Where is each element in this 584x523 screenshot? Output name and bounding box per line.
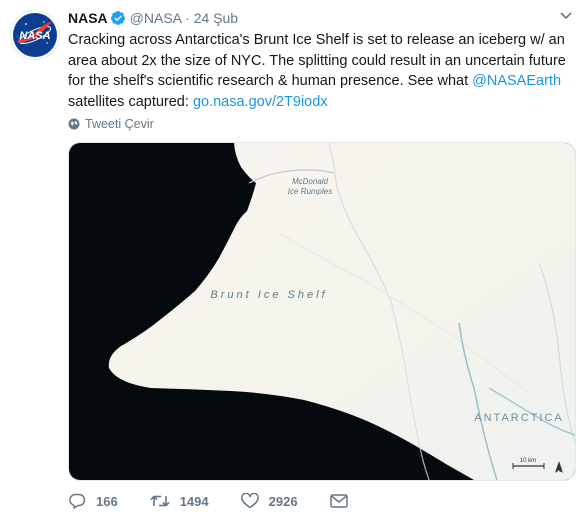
avatar-wordmark: NASA — [19, 30, 50, 42]
direct-message-icon — [329, 494, 348, 508]
retweet-icon — [150, 495, 170, 507]
retweet-count: 1494 — [179, 493, 209, 509]
scale-label: 10 km — [520, 458, 536, 464]
tweet-text-part2: satellites captured: — [68, 93, 193, 110]
translate-tweet-button[interactable]: Tweeti Çevir — [68, 117, 154, 131]
nasa-logo: NASA — [13, 13, 57, 57]
tweet-media-image[interactable]: McDonald Ice Rumples Brunt Ice Shelf ANT… — [68, 142, 576, 481]
header-separator: · — [185, 10, 190, 26]
like-button[interactable]: 2926 — [240, 493, 298, 509]
label-ice-rumples: Ice Rumples — [288, 187, 332, 196]
tweet: NASA NASA @NASA · 24 Şub Cracking across … — [0, 0, 584, 523]
translate-label: Tweeti Çevir — [85, 117, 154, 131]
author-handle[interactable]: @NASA — [130, 10, 182, 26]
satellite-image: McDonald Ice Rumples Brunt Ice Shelf ANT… — [69, 143, 575, 480]
tweet-date[interactable]: 24 Şub — [194, 10, 238, 26]
tweet-header: NASA @NASA · 24 Şub — [68, 9, 238, 27]
reply-button[interactable]: 166 — [68, 493, 118, 509]
mention-link[interactable]: @NASAEarth — [472, 73, 561, 89]
tweet-url-link[interactable]: go.nasa.gov/2T9iodx — [193, 94, 328, 110]
avatar[interactable]: NASA — [10, 10, 60, 60]
retweet-button[interactable]: 1494 — [150, 493, 209, 509]
reply-icon — [69, 493, 86, 509]
chevron-down-icon[interactable] — [560, 12, 572, 20]
label-antarctica: ANTARCTICA — [474, 412, 563, 424]
label-mcdonald: McDonald — [292, 177, 329, 186]
verified-badge-icon — [110, 11, 125, 25]
like-icon — [240, 493, 259, 509]
reply-count: 166 — [96, 493, 118, 509]
tweet-actions: 166 1494 2926 — [68, 493, 380, 509]
direct-message-button[interactable] — [329, 494, 348, 508]
author-name[interactable]: NASA — [68, 10, 108, 26]
like-count: 2926 — [268, 493, 298, 509]
label-brunt-ice-shelf: Brunt Ice Shelf — [210, 289, 327, 301]
tweet-text: Cracking across Antarctica's Brunt Ice S… — [68, 30, 568, 112]
globe-icon — [68, 118, 80, 130]
